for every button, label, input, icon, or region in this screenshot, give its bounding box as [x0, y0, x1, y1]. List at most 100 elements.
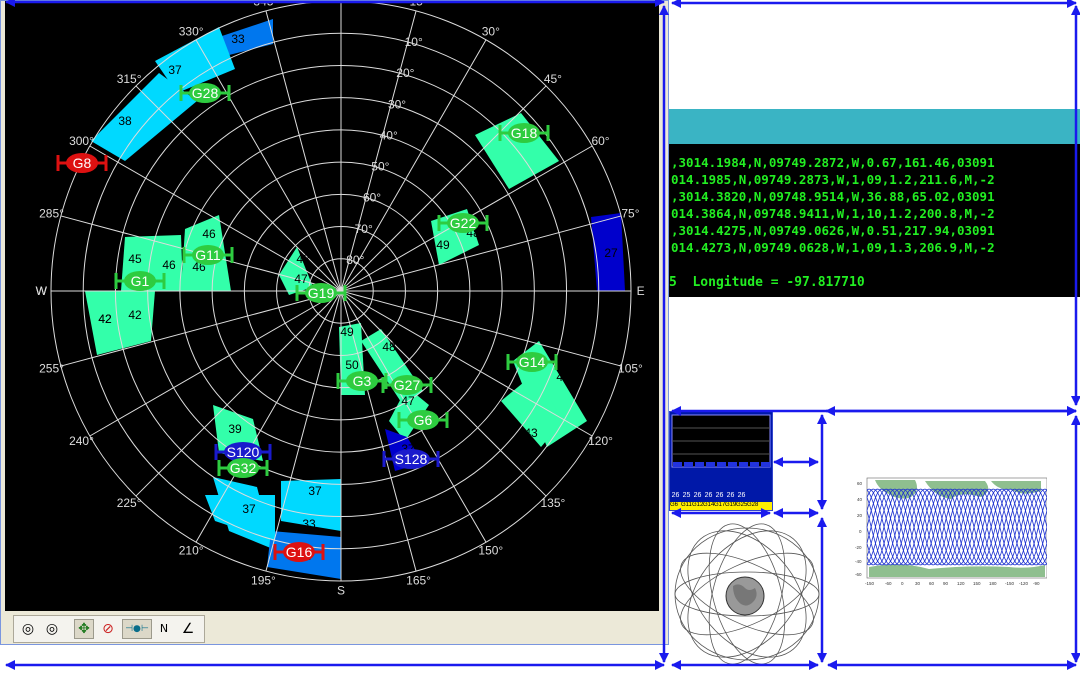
- target-icon: ◎: [45, 621, 59, 637]
- sat-id: G6: [670, 502, 679, 508]
- elevation-label: 10°: [405, 35, 423, 49]
- satellite-button[interactable]: ⊣●⊢: [122, 619, 152, 639]
- snr-cell: [85, 291, 155, 355]
- y-tick: 40: [857, 497, 863, 502]
- satellite-label: G3: [353, 373, 372, 389]
- direction-label-east: E: [637, 284, 645, 298]
- azimuth-label: 285°: [39, 206, 64, 220]
- ground-track-thumbnail: 60 40 20 0 -20 -40 -60 -150 -60 0 30 60 …: [855, 475, 1048, 587]
- x-tick: -150: [1005, 581, 1015, 586]
- azimuth-label: 75°: [621, 206, 639, 220]
- sat-id: G28: [747, 502, 759, 508]
- y-tick: -40: [855, 559, 862, 564]
- azimuth-label: 240°: [69, 434, 94, 448]
- sat-id: G25: [736, 502, 748, 508]
- y-tick: 0: [859, 529, 862, 534]
- x-tick: -150: [865, 581, 875, 586]
- snr-cell-label: 27: [604, 246, 618, 260]
- elevation-icon: ∠: [181, 621, 195, 637]
- x-tick: -90: [1033, 581, 1040, 586]
- snr-value: 26: [715, 492, 724, 499]
- azimuth-label: 300°: [69, 134, 94, 148]
- snr-value: 26: [693, 492, 702, 499]
- polar-plot-button[interactable]: ◎: [18, 619, 38, 639]
- sat-id: G19: [725, 502, 737, 508]
- azimuth-label: 225°: [117, 496, 142, 510]
- nmea-sentence: 014.3864,N,09748.9411,W,1,10,1.2,200.8,M…: [671, 206, 995, 221]
- snr-bar: [684, 462, 693, 467]
- elevation-mask-button[interactable]: ∠: [178, 619, 198, 639]
- nmea-terminal: ,3014.1984,N,09749.2872,W,0.67,161.46,03…: [669, 144, 1080, 297]
- polar-plot-alt-button[interactable]: ◎: [42, 619, 62, 639]
- azimuth-label: 345: [253, 1, 273, 9]
- compass-icon: N: [159, 622, 169, 635]
- elevation-label: 20°: [396, 66, 414, 80]
- snr-bar: [761, 462, 770, 467]
- snr-cell-label: 37: [308, 484, 322, 498]
- snr-bar: [695, 462, 704, 467]
- snr-bar: [750, 462, 759, 467]
- satellite-icon: ⊣●⊢: [125, 624, 149, 634]
- snr-cell-label: 33: [302, 517, 316, 531]
- snr-bar: [673, 462, 682, 467]
- azimuth-label: 105°: [618, 362, 643, 376]
- snr-cell-label: 47: [294, 272, 308, 286]
- snr-cell-label: 46: [202, 227, 216, 241]
- satellite-label: G16: [286, 544, 313, 560]
- azimuth-label: 15°: [409, 1, 427, 9]
- sat-id: G17: [714, 502, 726, 508]
- snr-ids-row: G6 G11 G12 G14 G17 G19 G25 G28: [670, 502, 772, 510]
- orbit-globe-thumbnail: [669, 514, 824, 669]
- satellite-label: S120: [227, 444, 260, 460]
- azimuth-label: 195°: [251, 573, 276, 587]
- sat-id: G14: [703, 502, 715, 508]
- no-satellite-icon: ⊘: [102, 621, 114, 637]
- azimuth-label: 330°: [179, 24, 204, 38]
- ground-track-map: 60 40 20 0 -20 -40 -60 -150 -60 0 30 60 …: [855, 477, 1048, 586]
- azimuth-label: 45°: [544, 72, 562, 86]
- compass-button[interactable]: N: [154, 619, 174, 639]
- x-tick: 90: [943, 581, 949, 586]
- satellite-label: G18: [511, 125, 538, 141]
- snr-value: 25: [682, 492, 691, 499]
- snr-value: 26: [737, 492, 746, 499]
- azimuth-label: 150°: [478, 544, 503, 558]
- snr-value: 26: [704, 492, 713, 499]
- satellite-label: S128: [395, 451, 428, 467]
- globe-view-button[interactable]: ✥: [74, 619, 94, 639]
- x-tick: 120: [957, 581, 965, 586]
- nmea-sentence: 014.1985,N,09749.2873,W,1,09,1.2,211.6,M…: [671, 172, 995, 187]
- snr-cell-label: 45: [128, 252, 142, 266]
- elevation-label: 30°: [388, 97, 406, 111]
- skyplot-toolbar: ◎ ◎ ✥ ⊘ ⊣●⊢ N ∠: [13, 615, 205, 643]
- azimuth-label: 315°: [117, 72, 142, 86]
- sat-id: G12: [692, 502, 704, 508]
- snr-value: 26: [671, 492, 680, 499]
- skyplot-canvas: 345 15° 30° 45° 60° 75° 105° 120° 135° 150° 165° S 1…: [5, 1, 659, 611]
- nmea-titlebar: [669, 109, 1080, 144]
- sky-plot: 345 15°30°45°60°75°105°120°135°150°165°S1…: [36, 1, 645, 598]
- y-tick: -60: [855, 572, 862, 577]
- nmea-sentence: ,3014.3820,N,09748.9514,W,36.88,65.02,03…: [671, 189, 995, 204]
- x-tick: -120: [1019, 581, 1029, 586]
- satellite-label: G1: [131, 273, 150, 289]
- satellite-label: G6: [414, 412, 433, 428]
- target-icon: ◎: [21, 621, 35, 637]
- x-tick: 30: [915, 581, 921, 586]
- snr-cell-label: 42: [98, 312, 112, 326]
- azimuth-label: 60°: [591, 134, 609, 148]
- snr-cell-label: 48: [382, 340, 396, 354]
- azimuth-spoke: [340, 10, 417, 292]
- snr-cell-label: 33: [231, 32, 245, 46]
- elevation-label: 60°: [363, 191, 381, 205]
- polar-grid: [50, 1, 632, 582]
- satellite-g8[interactable]: G8: [56, 153, 108, 173]
- snr-cell-label: 42: [128, 308, 142, 322]
- y-tick: 60: [857, 481, 863, 486]
- azimuth-spoke: [265, 10, 342, 292]
- snr-value: 26: [726, 492, 735, 499]
- skyplot-window: 345 15° 30° 45° 60° 75° 105° 120° 135° 150° 165° S 1…: [0, 0, 669, 645]
- snr-cell-label: 49: [436, 238, 450, 252]
- no-satellite-button[interactable]: ⊘: [98, 619, 118, 639]
- azimuth-label: 120°: [588, 434, 613, 448]
